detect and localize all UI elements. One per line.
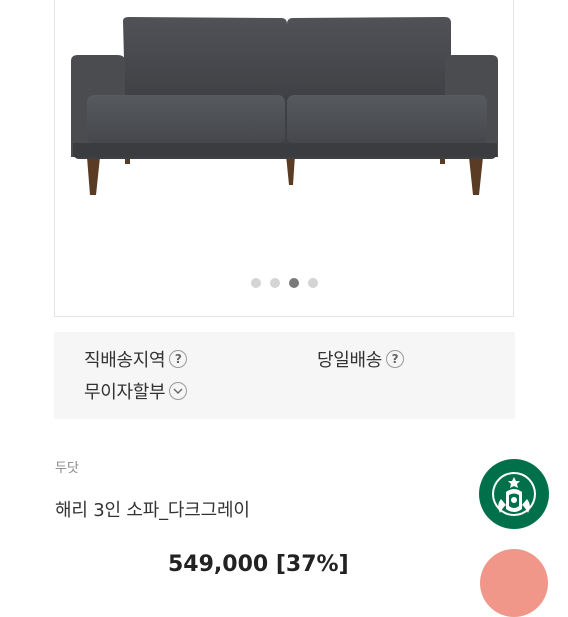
gallery-pagination <box>55 278 513 288</box>
gallery-dot[interactable] <box>269 278 280 288</box>
sofa-image <box>71 17 498 195</box>
delivery-info-box: 직배송지역 ? 당일배송 ? 무이자할부 <box>54 332 515 419</box>
installment-info[interactable]: 무이자할부 <box>84 378 188 404</box>
same-day-delivery-info[interactable]: 당일배송 ? <box>317 346 405 372</box>
product-image-frame <box>54 0 514 317</box>
same-day-delivery-label: 당일배송 <box>317 350 383 371</box>
chevron-down-icon[interactable] <box>169 382 188 400</box>
installment-label: 무이자할부 <box>84 382 166 403</box>
direct-delivery-label: 직배송지역 <box>84 350 166 371</box>
gallery-dot[interactable] <box>250 278 261 288</box>
product-price: 549,000 [37%] <box>168 552 349 577</box>
gallery-dot-active[interactable] <box>288 278 299 288</box>
starbucks-logo-icon <box>479 459 549 529</box>
brand-name[interactable]: 두닷 <box>55 457 79 476</box>
direct-delivery-info[interactable]: 직배송지역 ? <box>84 346 188 372</box>
floating-action-button[interactable] <box>480 549 548 617</box>
product-title: 해리 3인 소파_다크그레이 <box>55 500 250 521</box>
gallery-dot[interactable] <box>307 278 318 288</box>
help-icon[interactable]: ? <box>169 350 188 368</box>
help-icon[interactable]: ? <box>386 350 405 368</box>
